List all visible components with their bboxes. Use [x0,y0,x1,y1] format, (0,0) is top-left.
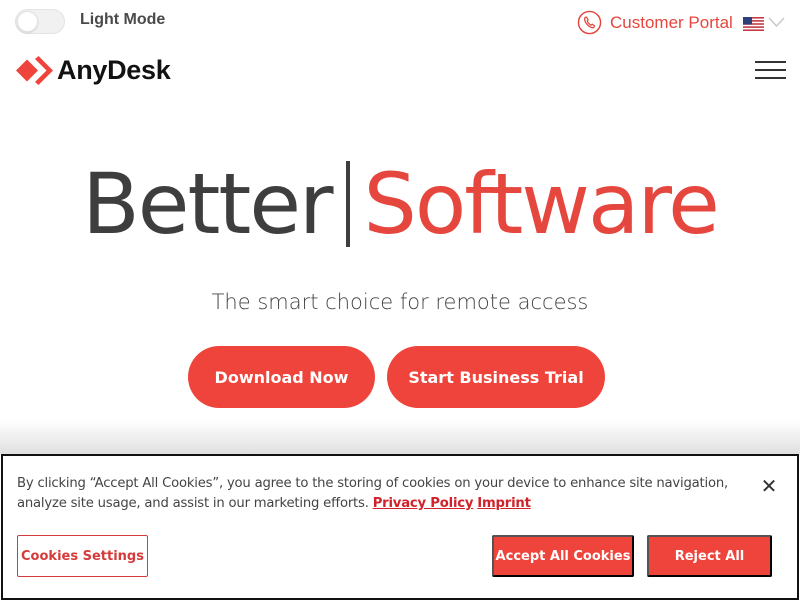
headline-separator [345,161,350,247]
headline-better: Better [82,155,333,253]
mode-label: Light Mode [80,11,166,28]
privacy-policy-link[interactable]: Privacy Policy [373,496,474,511]
logo-text: AnyDesk [57,55,171,85]
headline-software: Software [363,155,720,253]
banner-shadow [0,420,800,454]
cookie-text: By clicking “Accept All Cookies”, you ag… [17,474,747,514]
anydesk-diamond-logo-icon [16,56,53,85]
close-icon[interactable]: ✕ [759,476,779,496]
us-flag-icon[interactable] [743,17,764,31]
anydesk-logo[interactable]: AnyDesk [16,55,171,86]
accept-all-cookies-button[interactable]: Accept All Cookies [492,535,634,577]
hero-subtitle: The smart choice for remote access [211,290,589,314]
download-now-button[interactable]: Download Now [188,346,375,408]
customer-portal-link[interactable]: Customer Portal [577,10,733,35]
menu-line [755,69,786,71]
chevron-down-icon[interactable] [768,16,785,28]
customer-portal-label: Customer Portal [610,12,733,32]
cookies-settings-button[interactable]: Cookies Settings [17,535,148,577]
imprint-link[interactable]: Imprint [477,496,531,511]
hamburger-menu-icon[interactable] [755,61,786,79]
menu-line [755,77,786,79]
light-mode-toggle[interactable] [15,9,65,34]
toggle-knob [17,11,38,32]
menu-line [755,61,786,63]
reject-all-button[interactable]: Reject All [647,535,772,577]
hero-headline: Better Software [0,155,800,253]
start-business-trial-button[interactable]: Start Business Trial [387,346,605,408]
phone-icon [577,10,602,35]
cookie-banner: By clicking “Accept All Cookies”, you ag… [1,454,799,600]
